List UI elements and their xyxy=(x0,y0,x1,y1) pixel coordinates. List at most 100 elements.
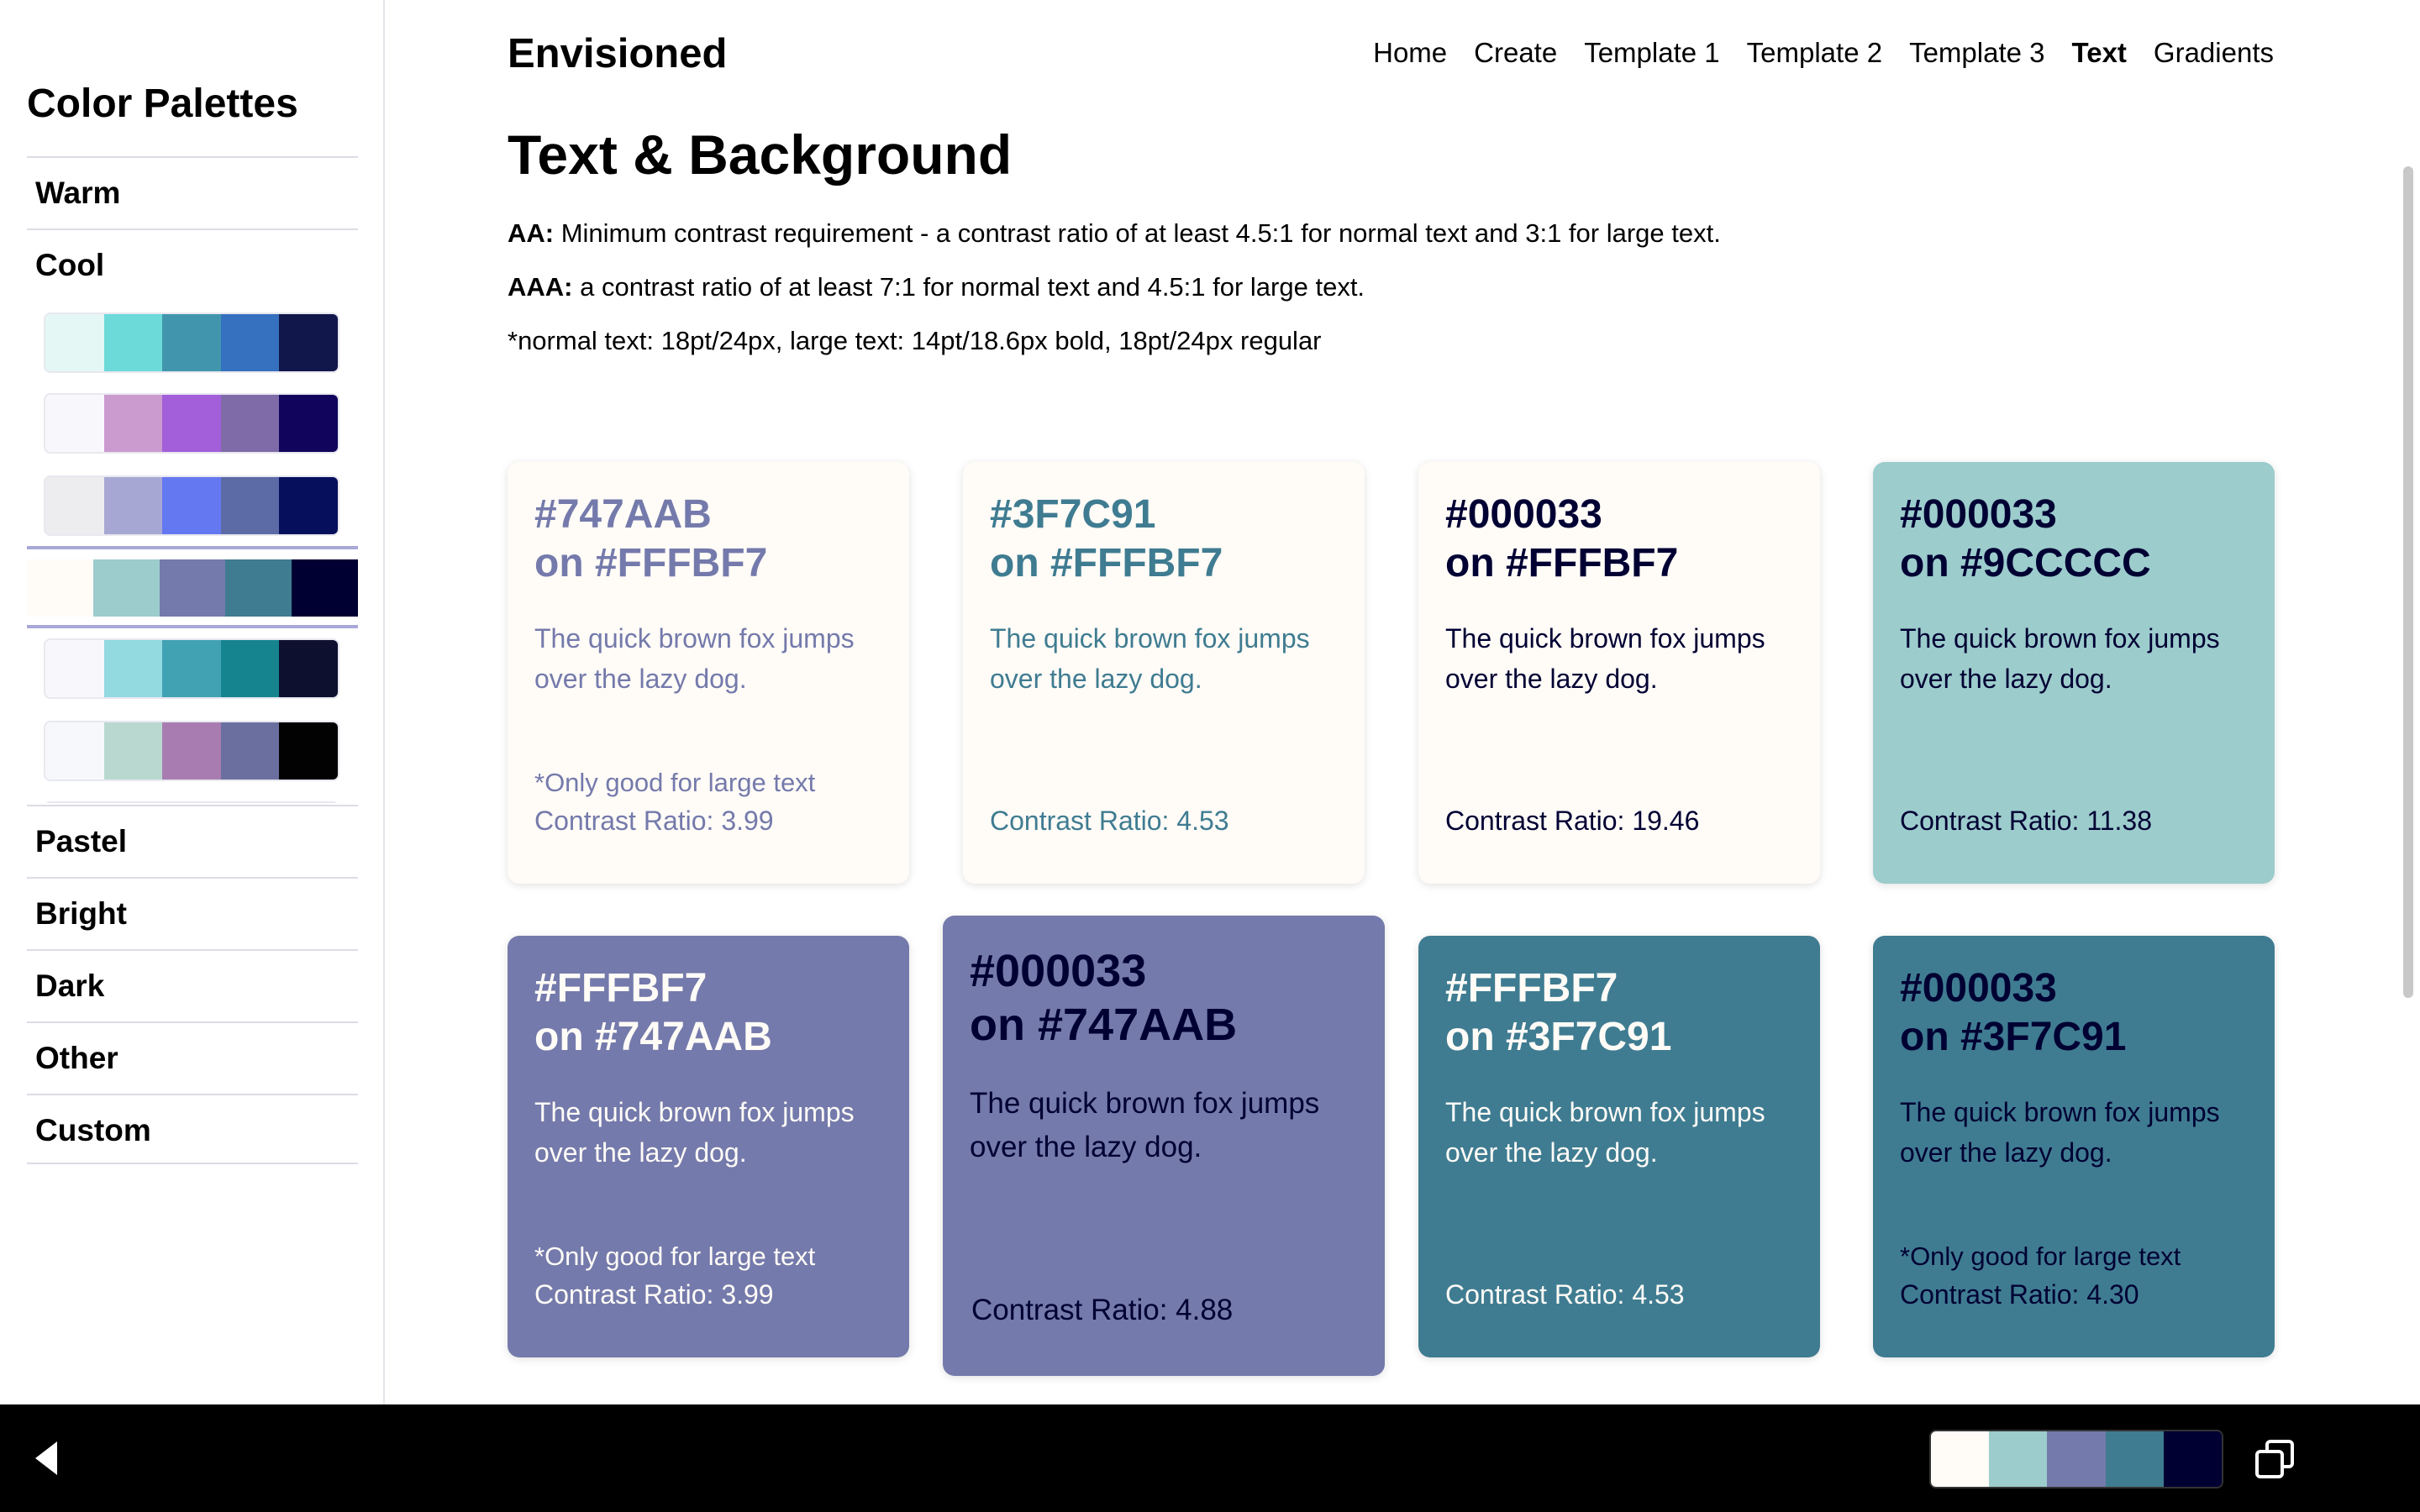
card-sample-text: The quick brown fox jumps over the lazy … xyxy=(1445,623,1765,694)
card-large-text-note: *Only good for large text xyxy=(534,1242,816,1271)
color-swatch xyxy=(220,640,280,697)
aa-note: AA: Minimum contrast requirement - a con… xyxy=(508,218,1721,249)
back-icon[interactable] xyxy=(32,1440,60,1477)
sidebar-group-pastel[interactable]: Pastel xyxy=(27,805,358,875)
card-sample-text: The quick brown fox jumps over the lazy … xyxy=(534,623,855,694)
card-title: #000033 on #747AAB xyxy=(970,944,1358,1052)
card-bg-line: on #FFFBF7 xyxy=(1445,541,1679,585)
card-title: #FFFBF7 on #747AAB xyxy=(534,964,882,1062)
color-swatch xyxy=(2047,1431,2106,1487)
color-swatch xyxy=(1989,1431,2048,1487)
color-swatch xyxy=(279,722,338,780)
nav-create[interactable]: Create xyxy=(1474,37,1557,69)
sidebar-group-custom[interactable]: Custom xyxy=(27,1094,358,1164)
card-sample-text: The quick brown fox jumps over the lazy … xyxy=(1445,1097,1765,1168)
sidebar-group-bright[interactable]: Bright xyxy=(27,877,358,948)
site-logo[interactable]: Envisioned xyxy=(508,30,727,77)
card-bg-line: on #747AAB xyxy=(970,1000,1238,1050)
palette-row[interactable] xyxy=(44,638,339,699)
cool-palette-list xyxy=(27,302,358,803)
contrast-card[interactable]: #747AAB on #FFFBF7 The quick brown fox ju… xyxy=(508,462,909,884)
nav-template-1[interactable]: Template 1 xyxy=(1584,37,1719,69)
card-title: #FFFBF7 on #3F7C91 xyxy=(1445,964,1793,1062)
card-fg-line: #FFFBF7 xyxy=(1445,966,1618,1011)
nav-gradients[interactable]: Gradients xyxy=(2154,37,2274,69)
color-swatch xyxy=(162,395,221,452)
color-swatch xyxy=(92,559,160,617)
contrast-card-hovered[interactable]: #000033 on #747AAB The quick brown fox ju… xyxy=(943,916,1385,1376)
color-swatch xyxy=(103,477,163,534)
card-contrast-ratio: Contrast Ratio: 3.99 xyxy=(534,1279,774,1310)
sidebar-group-warm[interactable]: Warm xyxy=(27,156,358,227)
card-bg-line: on #747AAB xyxy=(534,1015,772,1059)
color-swatch xyxy=(279,395,338,452)
card-title: #3F7C91 on #FFFBF7 xyxy=(990,491,1338,588)
card-fg-line: #000033 xyxy=(1445,492,1602,537)
page-title: Text & Background xyxy=(508,123,1013,186)
color-swatch xyxy=(45,722,104,780)
palette-row[interactable] xyxy=(44,721,339,781)
scrollbar-thumb[interactable] xyxy=(2403,166,2413,998)
card-contrast-ratio: Contrast Ratio: 19.46 xyxy=(1445,806,1700,836)
nav-template-2[interactable]: Template 2 xyxy=(1747,37,1882,69)
aaa-text: a contrast ratio of at least 7:1 for nor… xyxy=(572,272,1365,302)
color-swatch xyxy=(162,640,221,697)
card-contrast-ratio: Contrast Ratio: 3.99 xyxy=(534,806,774,836)
current-palette-preview[interactable] xyxy=(1929,1430,2223,1488)
color-swatch xyxy=(159,559,226,617)
card-fg-line: #3F7C91 xyxy=(990,492,1156,537)
palette-row[interactable] xyxy=(44,475,339,536)
card-title: #000033 on #9CCCCC xyxy=(1900,491,2248,588)
color-swatch xyxy=(220,722,280,780)
color-swatch xyxy=(279,477,338,534)
main-nav: Home Create Template 1 Template 2 Templa… xyxy=(1373,37,2274,69)
contrast-card[interactable]: #3F7C91 on #FFFBF7 The quick brown fox ju… xyxy=(963,462,1365,884)
card-sample-text: The quick brown fox jumps over the lazy … xyxy=(534,1097,855,1168)
card-bg-line: on #FFFBF7 xyxy=(534,541,768,585)
sidebar-group-other[interactable]: Other xyxy=(27,1021,358,1092)
card-fg-line: #000033 xyxy=(970,946,1147,996)
card-bg-line: on #FFFBF7 xyxy=(990,541,1223,585)
color-swatch xyxy=(45,640,104,697)
sidebar-title: Color Palettes xyxy=(27,81,298,126)
card-fg-line: #000033 xyxy=(1900,966,2057,1011)
card-contrast-ratio: Contrast Ratio: 4.30 xyxy=(1900,1279,2139,1310)
card-contrast-ratio: Contrast Ratio: 4.53 xyxy=(990,806,1229,836)
size-note: *normal text: 18pt/24px, large text: 14p… xyxy=(508,326,1322,355)
aa-label: AA: xyxy=(508,218,555,248)
nav-template-3[interactable]: Template 3 xyxy=(1909,37,2044,69)
contrast-card[interactable]: #FFFBF7 on #3F7C91 The quick brown fox ju… xyxy=(1418,936,1820,1357)
contrast-card[interactable]: #FFFBF7 on #747AAB The quick brown fox ju… xyxy=(508,936,909,1357)
card-fg-line: #000033 xyxy=(1900,492,2057,537)
nav-text[interactable]: Text xyxy=(2072,37,2127,69)
color-swatch xyxy=(2105,1431,2164,1487)
color-swatch xyxy=(103,722,163,780)
color-swatch xyxy=(220,477,280,534)
card-sample-text: The quick brown fox jumps over the lazy … xyxy=(970,1087,1320,1163)
aaa-label: AAA: xyxy=(508,272,573,302)
color-swatch xyxy=(103,314,163,371)
color-swatch xyxy=(162,314,221,371)
contrast-card[interactable]: #000033 on #9CCCCC The quick brown fox ju… xyxy=(1873,462,2275,884)
color-swatch xyxy=(220,314,280,371)
color-swatch xyxy=(45,477,104,534)
sidebar-group-dark[interactable]: Dark xyxy=(27,949,358,1020)
color-swatch xyxy=(45,395,104,452)
palette-row-selected[interactable] xyxy=(27,559,358,617)
palette-row[interactable] xyxy=(44,312,339,373)
color-swatch xyxy=(162,477,221,534)
card-sample-text: The quick brown fox jumps over the lazy … xyxy=(1900,1097,2220,1168)
palette-row[interactable] xyxy=(44,393,339,454)
palette-row[interactable] xyxy=(44,801,339,803)
color-swatch xyxy=(162,722,221,780)
color-swatch xyxy=(220,395,280,452)
card-fg-line: #FFFBF7 xyxy=(534,966,708,1011)
card-title: #000033 on #FFFBF7 xyxy=(1445,491,1793,588)
contrast-card[interactable]: #000033 on #3F7C91 The quick brown fox ju… xyxy=(1873,936,2275,1357)
card-bg-line: on #9CCCCC xyxy=(1900,541,2151,585)
nav-home[interactable]: Home xyxy=(1373,37,1447,69)
sidebar-group-cool[interactable]: Cool xyxy=(27,228,358,299)
color-swatch xyxy=(2163,1431,2222,1487)
windows-icon[interactable] xyxy=(2254,1438,2296,1480)
contrast-card[interactable]: #000033 on #FFFBF7 The quick brown fox ju… xyxy=(1418,462,1820,884)
